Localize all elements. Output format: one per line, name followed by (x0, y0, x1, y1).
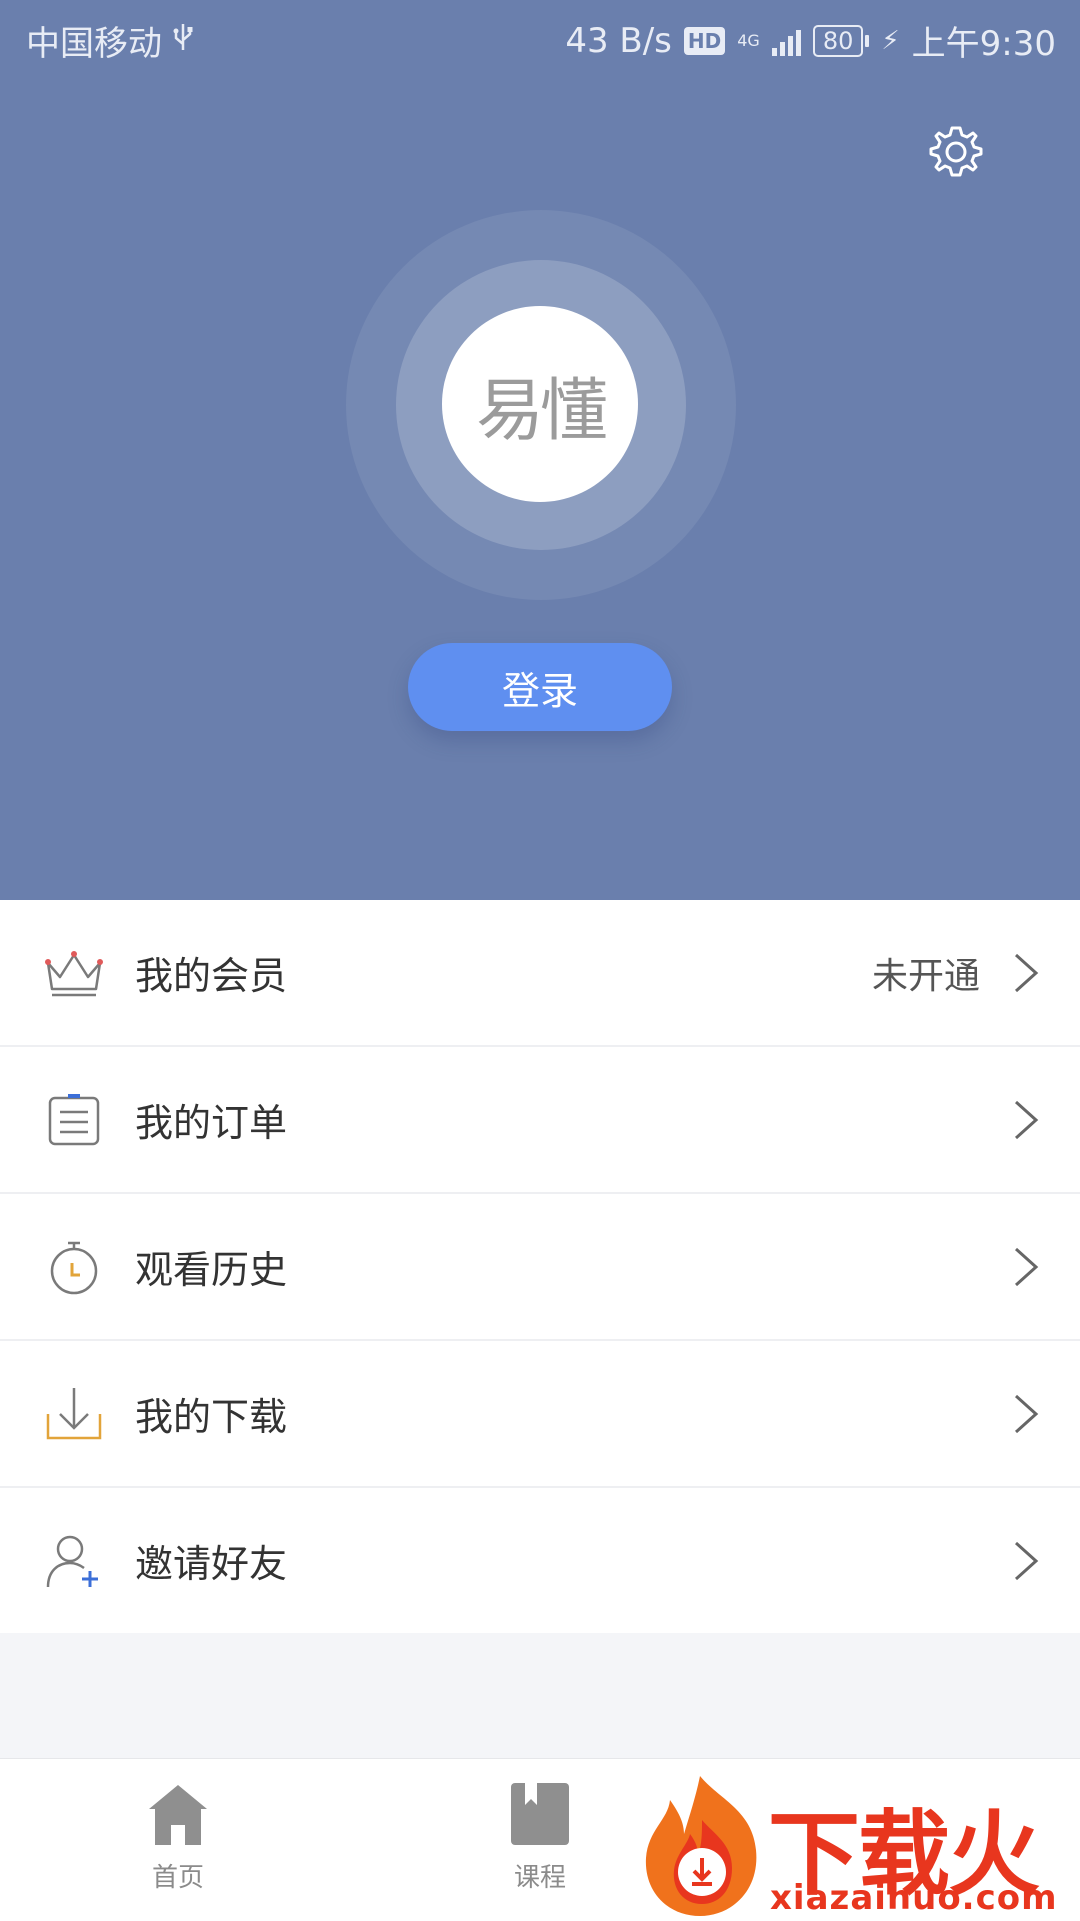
menu-item-downloads[interactable]: 我的下载 (0, 1339, 1080, 1486)
menu-item-label: 观看历史 (135, 1248, 288, 1292)
chevron-right-icon (1012, 1539, 1040, 1583)
menu-item-label: 我的订单 (135, 1101, 288, 1145)
watermark-url: xiazaihuo.com (770, 1878, 1058, 1918)
tab-courses[interactable]: 课程 (480, 1779, 600, 1899)
watermark-logo: 下载火 xiazaihuo.com (640, 1770, 1080, 1920)
tab-home[interactable]: 首页 (118, 1779, 238, 1899)
menu-list: 我的会员 未开通 我的订单 观看历史 我的下载 邀请好友 (0, 900, 1080, 1633)
tab-home-label: 首页 (151, 1863, 204, 1893)
network-type: 4G (737, 30, 760, 50)
download-icon (44, 1384, 104, 1444)
chevron-right-icon (1012, 951, 1040, 995)
login-button[interactable]: 登录 (408, 643, 672, 731)
tab-courses-label: 课程 (513, 1863, 566, 1893)
book-icon (480, 1779, 600, 1849)
clock: 上午9:30 (911, 24, 1056, 64)
chevron-right-icon (1012, 1098, 1040, 1142)
usb-icon (172, 21, 194, 61)
clipboard-icon (44, 1090, 104, 1150)
avatar[interactable]: 易懂 (442, 306, 638, 502)
stopwatch-icon (44, 1237, 104, 1297)
chevron-right-icon (1012, 1392, 1040, 1436)
settings-gear-icon[interactable] (922, 118, 990, 186)
home-icon (118, 1779, 238, 1849)
add-user-icon (44, 1531, 104, 1591)
menu-item-label: 我的会员 (135, 954, 288, 998)
profile-header: 中国移动 43 B/s HD 4G 80 ⚡ 上午9:30 易懂 登录 (0, 0, 1080, 900)
menu-item-label: 我的下载 (135, 1395, 288, 1439)
membership-status: 未开通 (871, 955, 980, 997)
menu-item-history[interactable]: 观看历史 (0, 1192, 1080, 1339)
carrier-label: 中国移动 (26, 24, 162, 64)
network-speed: 43 B/s (565, 20, 672, 61)
status-bar: 中国移动 43 B/s HD 4G 80 ⚡ 上午9:30 (0, 0, 1080, 76)
menu-item-invite[interactable]: 邀请好友 (0, 1486, 1080, 1633)
menu-item-orders[interactable]: 我的订单 (0, 1045, 1080, 1192)
battery-level: 80 (812, 24, 869, 57)
menu-item-label: 邀请好友 (135, 1542, 288, 1586)
chevron-right-icon (1012, 1245, 1040, 1289)
charging-icon: ⚡ (881, 25, 900, 56)
crown-icon (44, 943, 104, 1003)
hd-badge: HD (683, 26, 726, 55)
menu-item-membership[interactable]: 我的会员 未开通 (0, 900, 1080, 1045)
signal-icon (771, 26, 801, 56)
